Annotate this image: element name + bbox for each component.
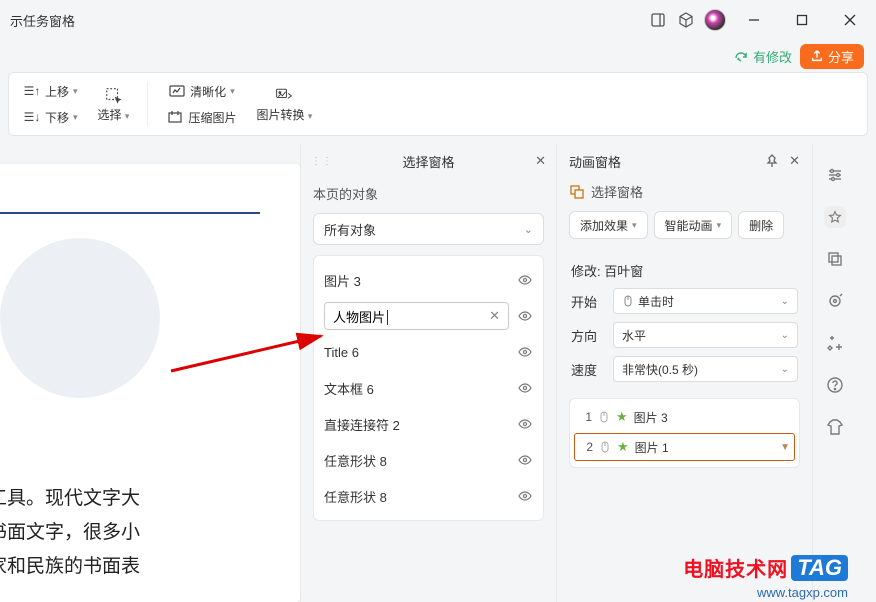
- selection-filter-dropdown[interactable]: 所有对象 ⌄: [313, 213, 544, 245]
- changes-indicator[interactable]: 有修改: [733, 47, 792, 66]
- delete-button[interactable]: 删除: [738, 211, 784, 239]
- move-up-button[interactable]: ☰↑上移▾: [23, 79, 78, 103]
- cube-icon[interactable]: [676, 10, 696, 30]
- ribbon-convert-group[interactable]: 图片转换 ▾: [250, 86, 318, 123]
- tshirt-icon[interactable]: [824, 416, 846, 438]
- visibility-icon[interactable]: [517, 452, 533, 468]
- move-down-icon: ☰↓: [23, 108, 41, 126]
- ribbon-wrap: ☰↑上移▾ ☰↓下移▾ 选择 ▾ 清晰化▾ 压缩图片 图片转换 ▾: [0, 72, 876, 144]
- maximize-button[interactable]: [782, 4, 822, 36]
- tune-icon[interactable]: [824, 164, 846, 186]
- animation-list-item-selected[interactable]: 2 ★ 图片 1 ▼: [574, 433, 795, 461]
- selection-item[interactable]: 任意形状 8: [314, 442, 543, 478]
- animation-list: 1 ★ 图片 3 2 ★ 图片 1 ▼: [569, 398, 800, 468]
- settings-icon[interactable]: [824, 290, 846, 312]
- visibility-icon[interactable]: [517, 272, 533, 288]
- selection-pane-close[interactable]: ✕: [535, 153, 546, 169]
- visibility-icon[interactable]: [517, 488, 533, 504]
- star-icon: ★: [617, 439, 629, 455]
- task-pane-label: 示任务窗格: [6, 11, 75, 30]
- ribbon-separator: [147, 82, 148, 126]
- modify-label: 修改: 百叶窗: [571, 261, 798, 280]
- start-label: 开始: [571, 292, 605, 311]
- title-bar: 示任务窗格: [0, 0, 876, 40]
- selection-item[interactable]: 图片 3: [314, 262, 543, 298]
- animation-pane: 动画窗格 ✕ 选择窗格 添加效果▾ 智能动画▾ 删除 修改: 百叶窗 开始 单击…: [556, 144, 812, 602]
- add-effect-button[interactable]: 添加效果▾: [569, 211, 648, 239]
- selection-item[interactable]: 文本框 6: [314, 370, 543, 406]
- rename-input[interactable]: 人物图片 ✕: [324, 302, 509, 330]
- animation-pane-header: 动画窗格 ✕: [557, 144, 812, 178]
- selection-item-editing: 人物图片 ✕: [314, 298, 543, 334]
- start-dropdown[interactable]: 单击时 ⌄: [613, 288, 798, 314]
- visibility-icon[interactable]: [517, 308, 533, 324]
- window-controls: [648, 4, 870, 36]
- smart-anim-button[interactable]: 智能动画▾: [654, 211, 733, 239]
- selection-pane: ⋮⋮ 选择窗格 ✕ 本页的对象 所有对象 ⌄ 图片 3 人物图片 ✕ Title…: [300, 144, 556, 602]
- selection-item[interactable]: 直接连接符 2: [314, 406, 543, 442]
- sparkle-icon[interactable]: [824, 332, 846, 354]
- selection-subtitle: 本页的对象: [301, 178, 556, 209]
- direction-dropdown[interactable]: 水平⌄: [613, 322, 798, 348]
- chevron-down-icon: ⌄: [524, 223, 533, 236]
- ribbon-clarity-group: 清晰化▾ 压缩图片: [160, 79, 242, 129]
- animation-buttons: 添加效果▾ 智能动画▾ 删除: [557, 211, 812, 251]
- watermark-url: www.tagxp.com: [757, 585, 848, 600]
- selection-item[interactable]: Title 6: [314, 334, 543, 370]
- selection-pane-header: ⋮⋮ 选择窗格 ✕: [301, 144, 556, 178]
- text-caret: [387, 310, 388, 325]
- clear-icon[interactable]: ✕: [489, 308, 500, 324]
- slide-canvas: 式和工具。现代文字大 产生书面文字，很多小 了国家和民族的书面表: [0, 144, 300, 602]
- speed-label: 速度: [571, 360, 605, 379]
- selection-list: 图片 3 人物图片 ✕ Title 6 文本框 6 直接连接符 2 任意形状 8…: [313, 255, 544, 521]
- chevron-down-icon[interactable]: ▼: [780, 442, 790, 453]
- star-icon: ★: [616, 409, 628, 425]
- drag-handle-icon[interactable]: ⋮⋮: [311, 156, 333, 167]
- open-selection-pane-link[interactable]: 选择窗格: [557, 178, 812, 211]
- compress-icon: [166, 108, 184, 126]
- ribbon: ☰↑上移▾ ☰↓下移▾ 选择 ▾ 清晰化▾ 压缩图片 图片转换 ▾: [8, 72, 868, 136]
- clarity-button[interactable]: 清晰化▾: [168, 79, 235, 103]
- work-area: 式和工具。现代文字大 产生书面文字，很多小 了国家和民族的书面表 ⋮⋮ 选择窗格…: [0, 144, 876, 602]
- layers-icon[interactable]: [824, 248, 846, 270]
- speed-dropdown[interactable]: 非常快(0.5 秒)⌄: [613, 356, 798, 382]
- animation-pane-close[interactable]: ✕: [789, 153, 800, 169]
- compress-button[interactable]: 压缩图片: [166, 105, 236, 129]
- slide-body-text: 式和工具。现代文字大 产生书面文字，很多小 了国家和民族的书面表: [0, 482, 290, 584]
- animation-pane-title: 动画窗格: [569, 152, 621, 171]
- watermark: 电脑技术网 TAG: [683, 553, 848, 582]
- selection-item[interactable]: 任意形状 8: [314, 478, 543, 514]
- visibility-icon[interactable]: [517, 380, 533, 396]
- minimize-button[interactable]: [734, 4, 774, 36]
- panel-icon[interactable]: [648, 10, 668, 30]
- share-button[interactable]: 分享: [800, 44, 864, 69]
- help-icon[interactable]: [824, 374, 846, 396]
- status-bar: 有修改 分享: [0, 40, 876, 72]
- ribbon-move-group: ☰↑上移▾ ☰↓下移▾: [17, 79, 84, 129]
- star-outline-icon[interactable]: [824, 206, 846, 228]
- slide-title-underline: [0, 212, 260, 214]
- animation-properties: 修改: 百叶窗 开始 单击时 ⌄ 方向 水平⌄ 速度 非常快(0.5 秒)⌄: [557, 251, 812, 390]
- move-up-icon: ☰↑: [23, 82, 41, 100]
- animation-list-item[interactable]: 1 ★ 图片 3: [570, 403, 799, 431]
- selection-pane-title: 选择窗格: [402, 152, 454, 171]
- ribbon-select-group[interactable]: 选择 ▾: [92, 86, 136, 123]
- visibility-icon[interactable]: [517, 344, 533, 360]
- pin-icon[interactable]: [765, 154, 779, 168]
- clarity-icon: [168, 82, 186, 100]
- select-icon: [104, 86, 122, 104]
- direction-label: 方向: [571, 326, 605, 345]
- close-button[interactable]: [830, 4, 870, 36]
- move-down-button[interactable]: ☰↓下移▾: [23, 105, 78, 129]
- user-avatar[interactable]: [704, 9, 726, 31]
- slide-circle-shape: [0, 238, 160, 398]
- visibility-icon[interactable]: [517, 416, 533, 432]
- slide[interactable]: 式和工具。现代文字大 产生书面文字，很多小 了国家和民族的书面表: [0, 164, 300, 602]
- right-sidebar: [812, 144, 856, 602]
- convert-icon: [275, 86, 293, 104]
